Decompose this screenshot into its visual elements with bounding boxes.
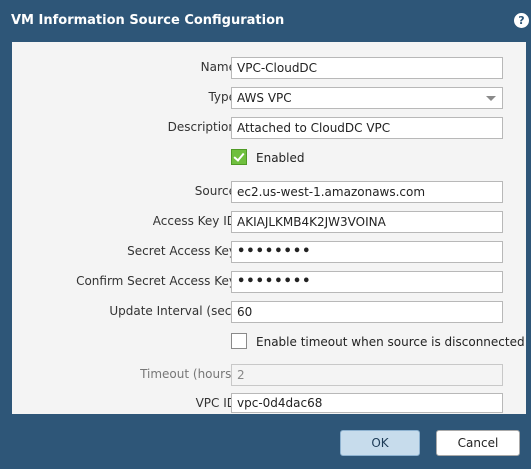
checkmark-icon [233, 150, 245, 162]
form-panel: Name VPC-CloudDC Type AWS VPC Descriptio… [12, 42, 526, 414]
secret-access-key-field[interactable]: •••••••• [231, 241, 503, 263]
cancel-button[interactable]: Cancel [436, 430, 520, 456]
type-select[interactable]: AWS VPC [231, 87, 503, 109]
enabled-label: Enabled [256, 151, 305, 165]
access-key-id-field[interactable]: AKIAJLKMB4K2JW3VOINA [231, 211, 503, 233]
dialog-title: VM Information Source Configuration [11, 13, 285, 28]
enable-timeout-checkbox[interactable] [231, 333, 247, 349]
confirm-secret-label: Confirm Secret Access Key [76, 274, 236, 288]
timeout-label: Timeout (hours) [140, 367, 236, 381]
dialog-title-bar: VM Information Source Configuration ? [0, 0, 531, 42]
vpc-id-field[interactable]: vpc-0d4dac68 [231, 393, 503, 413]
enabled-checkbox[interactable] [231, 149, 247, 165]
name-field[interactable]: VPC-CloudDC [231, 57, 503, 79]
type-select-value: AWS VPC [237, 91, 292, 105]
confirm-secret-field[interactable]: •••••••• [231, 271, 503, 293]
vm-info-source-dialog: VM Information Source Configuration ? Na… [0, 0, 531, 469]
access-key-id-label: Access Key ID [152, 214, 236, 228]
secret-access-key-label: Secret Access Key [127, 244, 236, 258]
description-field[interactable]: Attached to CloudDC VPC [231, 117, 503, 139]
source-label: Source [194, 184, 236, 198]
vpc-id-label: VPC ID [195, 396, 236, 410]
ok-button[interactable]: OK [340, 430, 420, 456]
update-interval-label: Update Interval (sec) [109, 304, 236, 318]
chevron-down-icon[interactable] [480, 88, 502, 108]
help-icon[interactable]: ? [514, 13, 529, 28]
update-interval-field[interactable]: 60 [231, 301, 503, 323]
enable-timeout-label: Enable timeout when source is disconnect… [256, 335, 525, 349]
description-label: Description [167, 120, 236, 134]
source-field[interactable]: ec2.us-west-1.amazonaws.com [231, 181, 503, 203]
timeout-field: 2 [231, 364, 503, 386]
